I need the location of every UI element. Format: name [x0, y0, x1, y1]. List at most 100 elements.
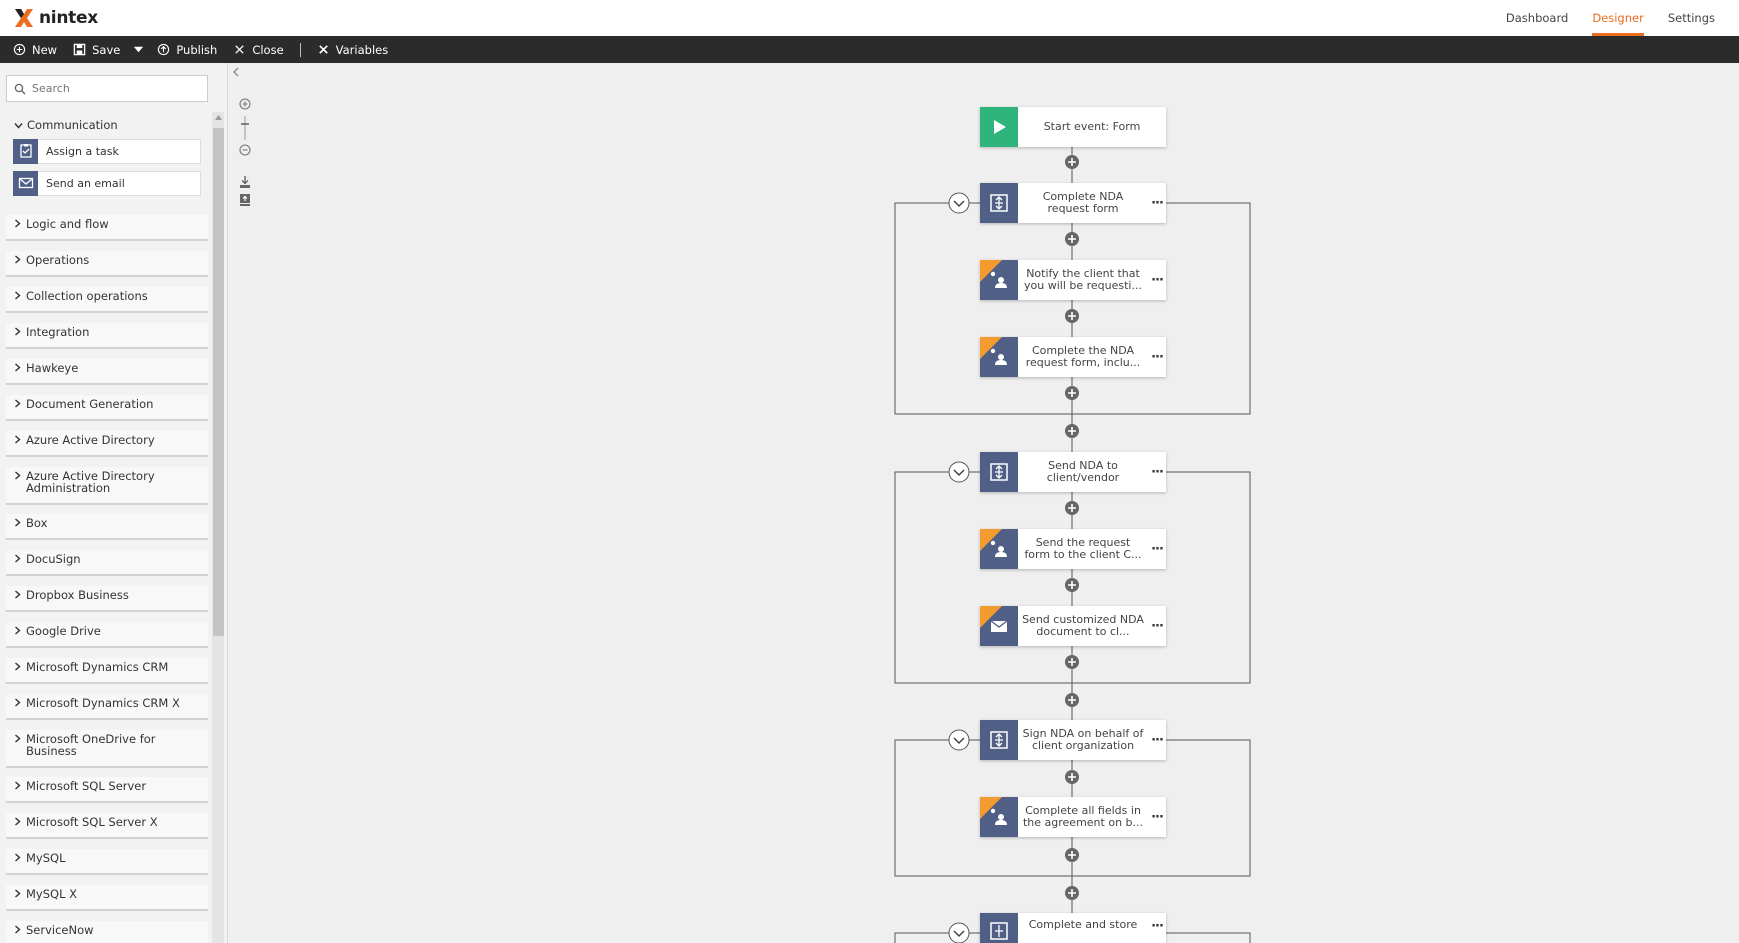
chevron-right-icon: [15, 363, 21, 372]
category-dropbox-business[interactable]: Dropbox Business: [6, 586, 208, 612]
category-label: Hawkeye: [26, 361, 79, 375]
step-more-menu[interactable]: ···: [1148, 196, 1166, 211]
publish-button[interactable]: Publish: [149, 36, 225, 63]
new-button[interactable]: New: [0, 36, 65, 63]
branch-complete-nda-request-form[interactable]: Complete NDA request form ···: [980, 183, 1166, 223]
branch-sign-nda[interactable]: Sign NDA on behalf of client organizatio…: [980, 720, 1166, 760]
category-docusign[interactable]: DocuSign: [6, 550, 208, 576]
step-more-menu[interactable]: ···: [1148, 273, 1166, 288]
chevron-right-icon: [15, 734, 21, 743]
step-label: Notify the client that you will be reque…: [1024, 268, 1142, 292]
add-step-icon[interactable]: [1064, 885, 1080, 901]
stage-icon: [980, 183, 1018, 223]
email-send-customized-nda[interactable]: Send customized NDA document to cl... ··…: [980, 606, 1166, 646]
assign-task-icon: [980, 260, 1018, 300]
assign-task-icon: [980, 797, 1018, 837]
category-microsoft-onedrive-for-business[interactable]: Microsoft OneDrive for Business: [6, 730, 208, 768]
chevron-right-icon: [15, 590, 21, 599]
step-more-menu[interactable]: ···: [1148, 619, 1166, 634]
step-more-menu[interactable]: ···: [1148, 810, 1166, 825]
category-microsoft-sql-server-x[interactable]: Microsoft SQL Server X: [6, 813, 208, 839]
assign-task-icon: [13, 138, 38, 164]
add-step-icon[interactable]: [1064, 308, 1080, 324]
task-complete-nda-request-form[interactable]: Complete the NDA request form, inclu... …: [980, 337, 1166, 377]
nintex-logo[interactable]: nintex: [13, 7, 98, 29]
chevron-right-icon: [15, 255, 21, 264]
collapse-branch-icon[interactable]: [947, 460, 971, 484]
toolbar-divider: [299, 42, 301, 57]
chevron-right-icon: [15, 399, 21, 408]
variables-button[interactable]: Variables: [309, 36, 397, 63]
search-input[interactable]: [32, 82, 202, 95]
category-servicenow[interactable]: ServiceNow: [6, 921, 208, 943]
chevron-right-icon: [15, 554, 21, 563]
add-step-icon[interactable]: [1064, 847, 1080, 863]
new-label: New: [32, 42, 58, 57]
category-label: Box: [26, 516, 48, 530]
category-label: Dropbox Business: [26, 588, 129, 602]
category-communication[interactable]: Communication: [6, 112, 208, 138]
category-azure-ad-administration[interactable]: Azure Active Directory Administration: [6, 467, 208, 505]
category-mysql-x[interactable]: MySQL X: [6, 885, 208, 911]
step-more-menu[interactable]: ···: [1148, 542, 1166, 557]
add-step-icon[interactable]: [1064, 385, 1080, 401]
action-search[interactable]: [6, 75, 208, 102]
category-label: Microsoft SQL Server X: [26, 815, 158, 829]
category-label: Microsoft Dynamics CRM X: [26, 696, 180, 710]
scrollbar-thumb[interactable]: [213, 128, 224, 636]
category-box[interactable]: Box: [6, 514, 208, 540]
caret-down-icon: [134, 46, 144, 53]
category-azure-active-directory[interactable]: Azure Active Directory: [6, 431, 208, 457]
branch-complete-and-store[interactable]: Complete and store ···: [980, 913, 1166, 943]
action-send-an-email[interactable]: Send an email: [13, 170, 201, 196]
save-button[interactable]: Save: [65, 36, 128, 63]
step-more-menu[interactable]: ···: [1148, 465, 1166, 480]
category-microsoft-dynamics-crm[interactable]: Microsoft Dynamics CRM: [6, 658, 208, 684]
task-complete-all-fields[interactable]: Complete all fields in the agreement on …: [980, 797, 1166, 837]
task-send-request-form[interactable]: Send the request form to the client C...…: [980, 529, 1166, 569]
category-microsoft-dynamics-crm-x[interactable]: Microsoft Dynamics CRM X: [6, 694, 208, 720]
category-label: ServiceNow: [26, 923, 94, 937]
add-step-icon[interactable]: [1064, 423, 1080, 439]
add-step-icon[interactable]: [1064, 231, 1080, 247]
add-step-icon[interactable]: [1064, 500, 1080, 516]
collapse-branch-icon[interactable]: [947, 191, 971, 215]
step-more-menu[interactable]: ···: [1148, 350, 1166, 365]
step-more-menu[interactable]: ···: [1148, 913, 1166, 934]
designer-toolbar: New Save Publish Close Variables: [0, 36, 1739, 63]
branch-send-nda-to-client-vendor[interactable]: Send NDA to client/vendor ···: [980, 452, 1166, 492]
nav-dashboard[interactable]: Dashboard: [1506, 0, 1568, 36]
nav-settings[interactable]: Settings: [1668, 0, 1715, 36]
add-step-icon[interactable]: [1064, 654, 1080, 670]
start-event-form[interactable]: Start event: Form: [980, 107, 1166, 147]
add-step-icon[interactable]: [1064, 577, 1080, 593]
add-step-icon[interactable]: [1064, 154, 1080, 170]
category-mysql[interactable]: MySQL: [6, 849, 208, 875]
collapse-branch-icon[interactable]: [947, 728, 971, 752]
category-hawkeye[interactable]: Hawkeye: [6, 359, 208, 385]
category-integration[interactable]: Integration: [6, 323, 208, 349]
close-button[interactable]: Close: [225, 36, 291, 63]
action-assign-a-task[interactable]: Assign a task: [13, 138, 201, 164]
category-logic-and-flow[interactable]: Logic and flow: [6, 215, 208, 241]
step-label: Complete and store: [1028, 918, 1138, 931]
save-dropdown-button[interactable]: [128, 36, 149, 63]
category-collection-operations[interactable]: Collection operations: [6, 287, 208, 313]
category-operations[interactable]: Operations: [6, 251, 208, 277]
variables-label: Variables: [335, 42, 389, 57]
add-step-icon[interactable]: [1064, 769, 1080, 785]
logo-text: nintex: [39, 8, 98, 28]
step-more-menu[interactable]: ···: [1148, 733, 1166, 748]
scroll-up-icon[interactable]: [215, 114, 222, 121]
stage-icon: [980, 452, 1018, 492]
chevron-right-icon: [15, 853, 21, 862]
add-step-icon[interactable]: [1064, 692, 1080, 708]
category-google-drive[interactable]: Google Drive: [6, 622, 208, 648]
category-label: MySQL X: [26, 887, 78, 901]
nav-designer[interactable]: Designer: [1592, 0, 1644, 36]
workflow-canvas[interactable]: Start event: Form Complete NDA request f…: [229, 63, 1739, 943]
task-notify-client[interactable]: Notify the client that you will be reque…: [980, 260, 1166, 300]
category-document-generation[interactable]: Document Generation: [6, 395, 208, 421]
collapse-branch-icon[interactable]: [947, 921, 971, 943]
category-microsoft-sql-server[interactable]: Microsoft SQL Server: [6, 777, 208, 803]
